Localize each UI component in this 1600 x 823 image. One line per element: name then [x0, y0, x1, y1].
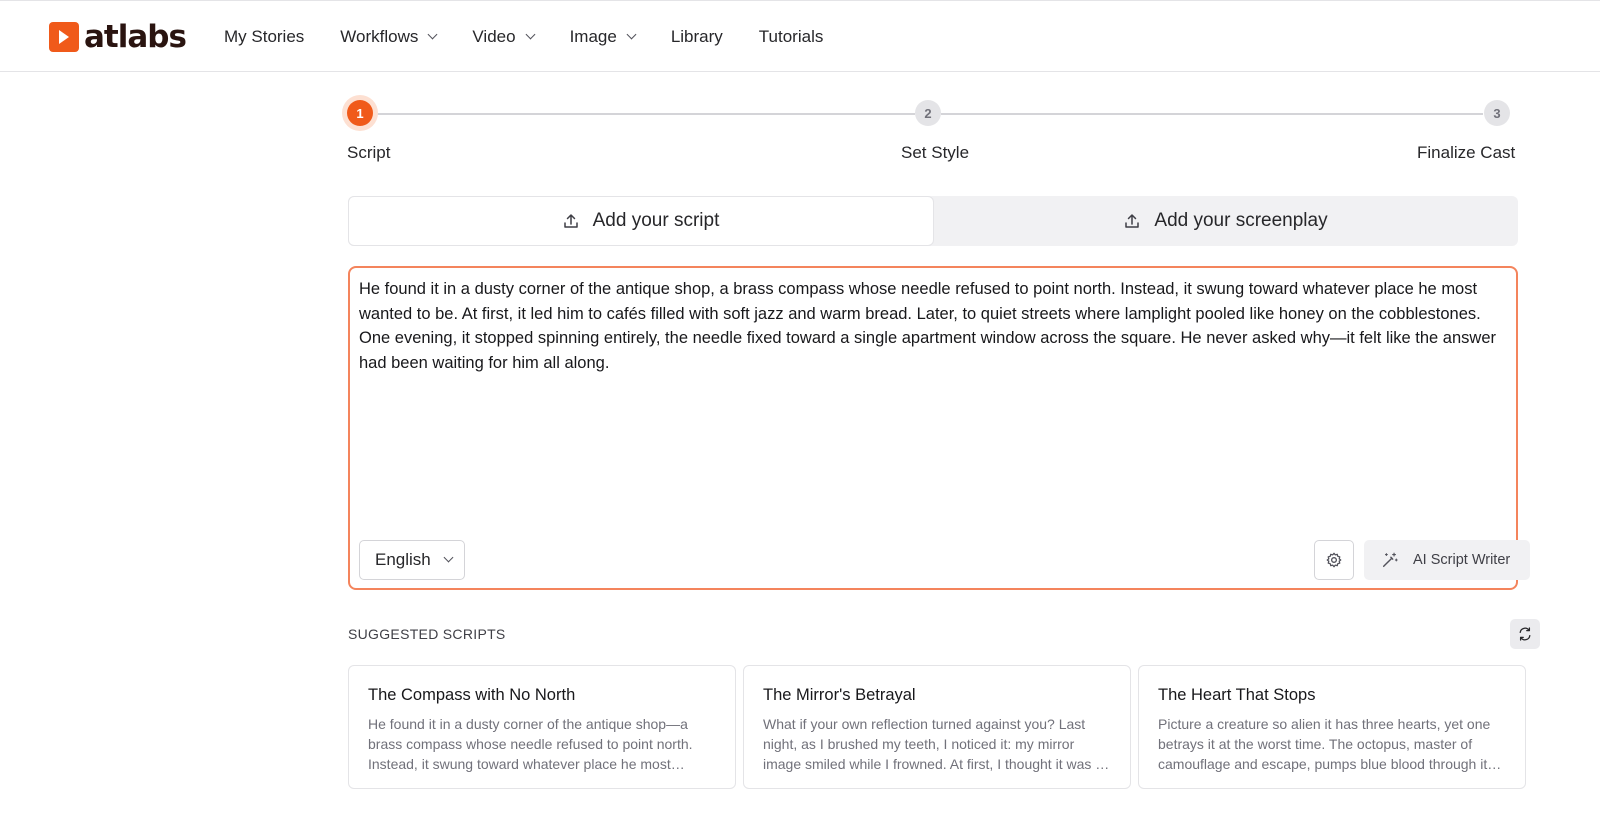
step-2-label: Set Style — [901, 143, 970, 162]
tab-add-screenplay[interactable]: Add your screenplay — [934, 196, 1518, 246]
script-editor[interactable]: He found it in a dusty corner of the ant… — [348, 266, 1530, 590]
progress-stepper: 1 2 3 Script Set Style Finalize Cast — [347, 98, 1517, 168]
refresh-icon — [1519, 627, 1531, 641]
nav-tutorials[interactable]: Tutorials — [759, 25, 824, 49]
step-3-label: Finalize Cast — [1417, 143, 1516, 162]
step-connector — [941, 113, 1483, 115]
chevron-down-icon — [525, 29, 536, 40]
logo-play-icon — [49, 22, 79, 52]
nav-my-stories[interactable]: My Stories — [224, 25, 304, 49]
nav-image[interactable]: Image — [569, 25, 637, 49]
upload-icon — [563, 214, 578, 228]
card-title: The Heart That Stops — [1158, 686, 1316, 704]
tab-add-script[interactable]: Add your script — [348, 196, 934, 246]
ai-button-label: AI Script Writer — [1413, 552, 1511, 568]
suggested-scripts-list: The Compass with No North He found it in… — [348, 665, 1538, 789]
suggested-scripts-heading: SUGGESTED SCRIPTS — [348, 626, 506, 642]
chevron-down-icon — [427, 29, 438, 40]
settings-button[interactable] — [1314, 540, 1354, 580]
nav-label: My Stories — [224, 27, 305, 46]
script-textarea[interactable]: He found it in a dusty corner of the ant… — [359, 277, 1509, 375]
card-excerpt: He found it in a dusty corner of the ant… — [368, 716, 693, 772]
step-3-indicator[interactable]: 3 — [1484, 100, 1510, 126]
ai-script-writer-button[interactable]: AI Script Writer — [1364, 540, 1530, 580]
tab-label: Add your script — [592, 210, 720, 231]
refresh-suggestions-button[interactable] — [1510, 619, 1540, 649]
chevron-down-icon — [443, 552, 454, 563]
nav-label: Library — [670, 27, 723, 46]
suggested-script-card[interactable]: The Compass with No North He found it in… — [348, 665, 736, 789]
top-navigation-bar: atlabs My Stories Workflows Video Image … — [0, 0, 1600, 72]
nav-workflows[interactable]: Workflows — [340, 25, 438, 49]
nav-label: Workflows — [340, 27, 419, 46]
step-2-indicator[interactable]: 2 — [915, 100, 941, 126]
nav-library[interactable]: Library — [671, 25, 723, 49]
nav-label: Image — [569, 27, 617, 46]
card-title: The Compass with No North — [368, 686, 576, 704]
logo-wordmark: atlabs — [84, 19, 187, 55]
suggested-script-card[interactable]: The Heart That Stops Picture a creature … — [1138, 665, 1526, 789]
nav-label: Video — [472, 27, 516, 46]
card-excerpt: What if your own reflection turned again… — [763, 716, 1104, 772]
gear-icon — [1326, 552, 1342, 568]
magic-wand-icon — [1382, 552, 1398, 568]
tab-label: Add your screenplay — [1154, 210, 1328, 231]
chevron-down-icon — [626, 29, 637, 40]
step-connector — [371, 113, 915, 115]
nav-video[interactable]: Video — [472, 25, 536, 49]
suggested-script-card[interactable]: The Mirror's Betrayal What if your own r… — [743, 665, 1131, 789]
main-nav: My Stories Workflows Video Image Library… — [224, 25, 859, 49]
step-1-indicator[interactable]: 1 — [347, 100, 373, 126]
step-1-label: Script — [347, 143, 391, 162]
card-title: The Mirror's Betrayal — [763, 686, 916, 704]
nav-label: Tutorials — [758, 27, 824, 46]
atlabs-logo[interactable]: atlabs — [49, 19, 187, 55]
input-mode-tabs: Add your script Add your screenplay — [348, 196, 1518, 246]
language-value: English — [375, 550, 431, 569]
language-select[interactable]: English — [359, 540, 465, 580]
card-excerpt: Picture a creature so alien it has three… — [1158, 716, 1495, 772]
upload-icon — [1125, 214, 1140, 228]
